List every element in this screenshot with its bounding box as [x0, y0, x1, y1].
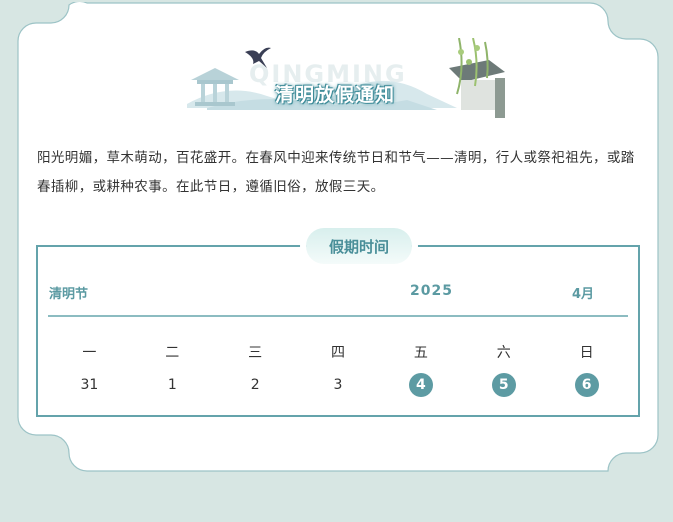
festival-label: 清明节 [49, 287, 89, 302]
holiday-schedule-box: 假期时间 清明节 2025 4月 一 二 三 四 五 六 日 31 1 2 3 … [36, 228, 640, 417]
holiday-heading-pill: 假期时间 [306, 228, 412, 264]
weekday-cell: 日 [579, 345, 594, 361]
weekday-row: 一 二 三 四 五 六 日 [48, 341, 628, 365]
date-cell: 31 [48, 373, 131, 397]
weekday-cell: 四 [331, 345, 345, 361]
date-cell: 1 [131, 373, 214, 397]
holiday-date-badge: 4 [408, 373, 433, 397]
year-label: 2025 [410, 283, 453, 299]
holiday-date-badge: 5 [491, 373, 516, 397]
divider [48, 315, 628, 317]
date-row: 31 1 2 3 4 5 6 [48, 373, 628, 397]
banner-title: 清明放假通知 [275, 84, 396, 106]
weekday-cell: 一 [82, 345, 97, 361]
date-number: 1 [167, 377, 177, 393]
weekday-cell: 五 [413, 345, 428, 361]
weekday-cell: 三 [248, 345, 263, 361]
swallow-icon [245, 47, 271, 68]
date-cell: 6 [545, 373, 628, 397]
holiday-date-badge: 6 [574, 373, 599, 397]
date-cell: 5 [462, 373, 545, 397]
weekday-cell: 二 [165, 345, 180, 361]
date-cell: 4 [379, 373, 462, 397]
date-number: 2 [250, 377, 260, 393]
weekday-cell: 六 [496, 345, 511, 361]
date-number: 3 [333, 377, 343, 393]
intro-paragraph: 阳光明媚，草木萌动，百花盛开。在春风中迎来传统节日和节气——清明，行人或祭祀祖先… [37, 150, 635, 195]
month-label: 4月 [572, 287, 595, 302]
notice-card: QINGMING 清明放假通知 阳光明媚，草木萌动，百花盛开。在春风中迎来传统节… [17, 2, 660, 472]
date-cell: 2 [214, 373, 297, 397]
willow-house-icon [449, 38, 505, 118]
date-cell: 3 [297, 373, 380, 397]
date-number: 31 [80, 377, 99, 393]
